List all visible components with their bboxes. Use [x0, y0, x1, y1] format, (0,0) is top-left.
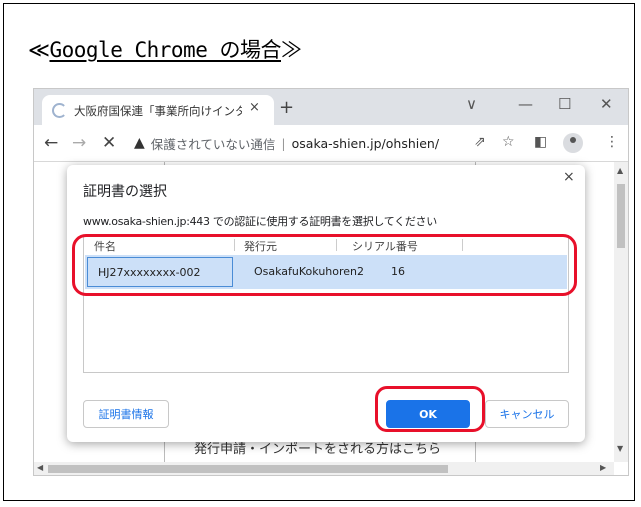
address-bar[interactable]: ▲ 保護されていない通信 | osaka-shien.jp/ohshien/ [134, 130, 564, 156]
heading-close-mark: ≫ [281, 38, 302, 62]
heading-open-mark: ≪ [28, 38, 50, 62]
certificate-dialog: × 証明書の選択 www.osaka-shien.jp:443 での認証に使用す… [67, 165, 585, 442]
loading-spinner-icon [52, 103, 67, 118]
tab-strip: 大阪府国保連「事業所向けインター × + ∨ — ☐ ✕ [34, 89, 628, 125]
bookmark-star-icon[interactable]: ☆ [502, 134, 515, 150]
row-highlight-annotation [72, 234, 577, 296]
scroll-up-icon[interactable]: ▲ [617, 166, 623, 175]
share-icon[interactable]: ⇗ [474, 134, 486, 150]
maximize-icon[interactable]: ☐ [558, 95, 571, 113]
vertical-scrollbar[interactable]: ▲ ▼ [614, 162, 628, 462]
ok-highlight-annotation [375, 386, 485, 432]
tab-title: 大阪府国保連「事業所向けインター [74, 104, 242, 118]
profile-avatar-icon[interactable] [563, 133, 583, 153]
scroll-right-icon[interactable]: ▶ [600, 463, 606, 472]
browser-toolbar: ← → ✕ ▲ 保護されていない通信 | osaka-shien.jp/ohsh… [34, 125, 628, 162]
back-icon[interactable]: ← [44, 133, 58, 153]
cancel-button[interactable]: キャンセル [485, 400, 569, 428]
dialog-close-icon[interactable]: × [563, 169, 575, 185]
heading-text: Google Chrome の場合 [49, 38, 281, 62]
vertical-scroll-thumb[interactable] [617, 184, 625, 248]
page-heading: ≪Google Chrome の場合≫ [28, 34, 302, 64]
minimize-icon[interactable]: — [518, 95, 533, 113]
security-label: 保護されていない通信 [150, 136, 276, 152]
stop-icon[interactable]: ✕ [102, 133, 116, 153]
dialog-title: 証明書の選択 [83, 184, 167, 200]
url-text: osaka-shien.jp/ohshien/ [291, 135, 440, 151]
scroll-down-icon[interactable]: ▼ [617, 444, 623, 453]
forward-icon[interactable]: → [72, 133, 86, 153]
tab-close-icon[interactable]: × [249, 100, 260, 115]
scroll-left-icon[interactable]: ◀ [37, 463, 43, 472]
menu-kebab-icon[interactable]: ⋮ [605, 134, 619, 150]
certificate-info-button[interactable]: 証明書情報 [83, 400, 169, 428]
dialog-description: www.osaka-shien.jp:443 での認証に使用する証明書を選択して… [83, 215, 437, 228]
tab-search-icon[interactable]: ∨ [466, 95, 477, 113]
horizontal-scroll-thumb[interactable] [48, 465, 448, 473]
browser-tab[interactable]: 大阪府国保連「事業所向けインター × [42, 95, 274, 125]
address-separator: | [281, 135, 286, 151]
side-panel-icon[interactable]: ◧ [534, 134, 547, 150]
window-close-icon[interactable]: ✕ [600, 95, 613, 113]
warning-icon: ▲ [134, 135, 145, 151]
horizontal-scrollbar[interactable]: ◀ ▶ [34, 462, 614, 475]
new-tab-icon[interactable]: + [279, 97, 294, 118]
